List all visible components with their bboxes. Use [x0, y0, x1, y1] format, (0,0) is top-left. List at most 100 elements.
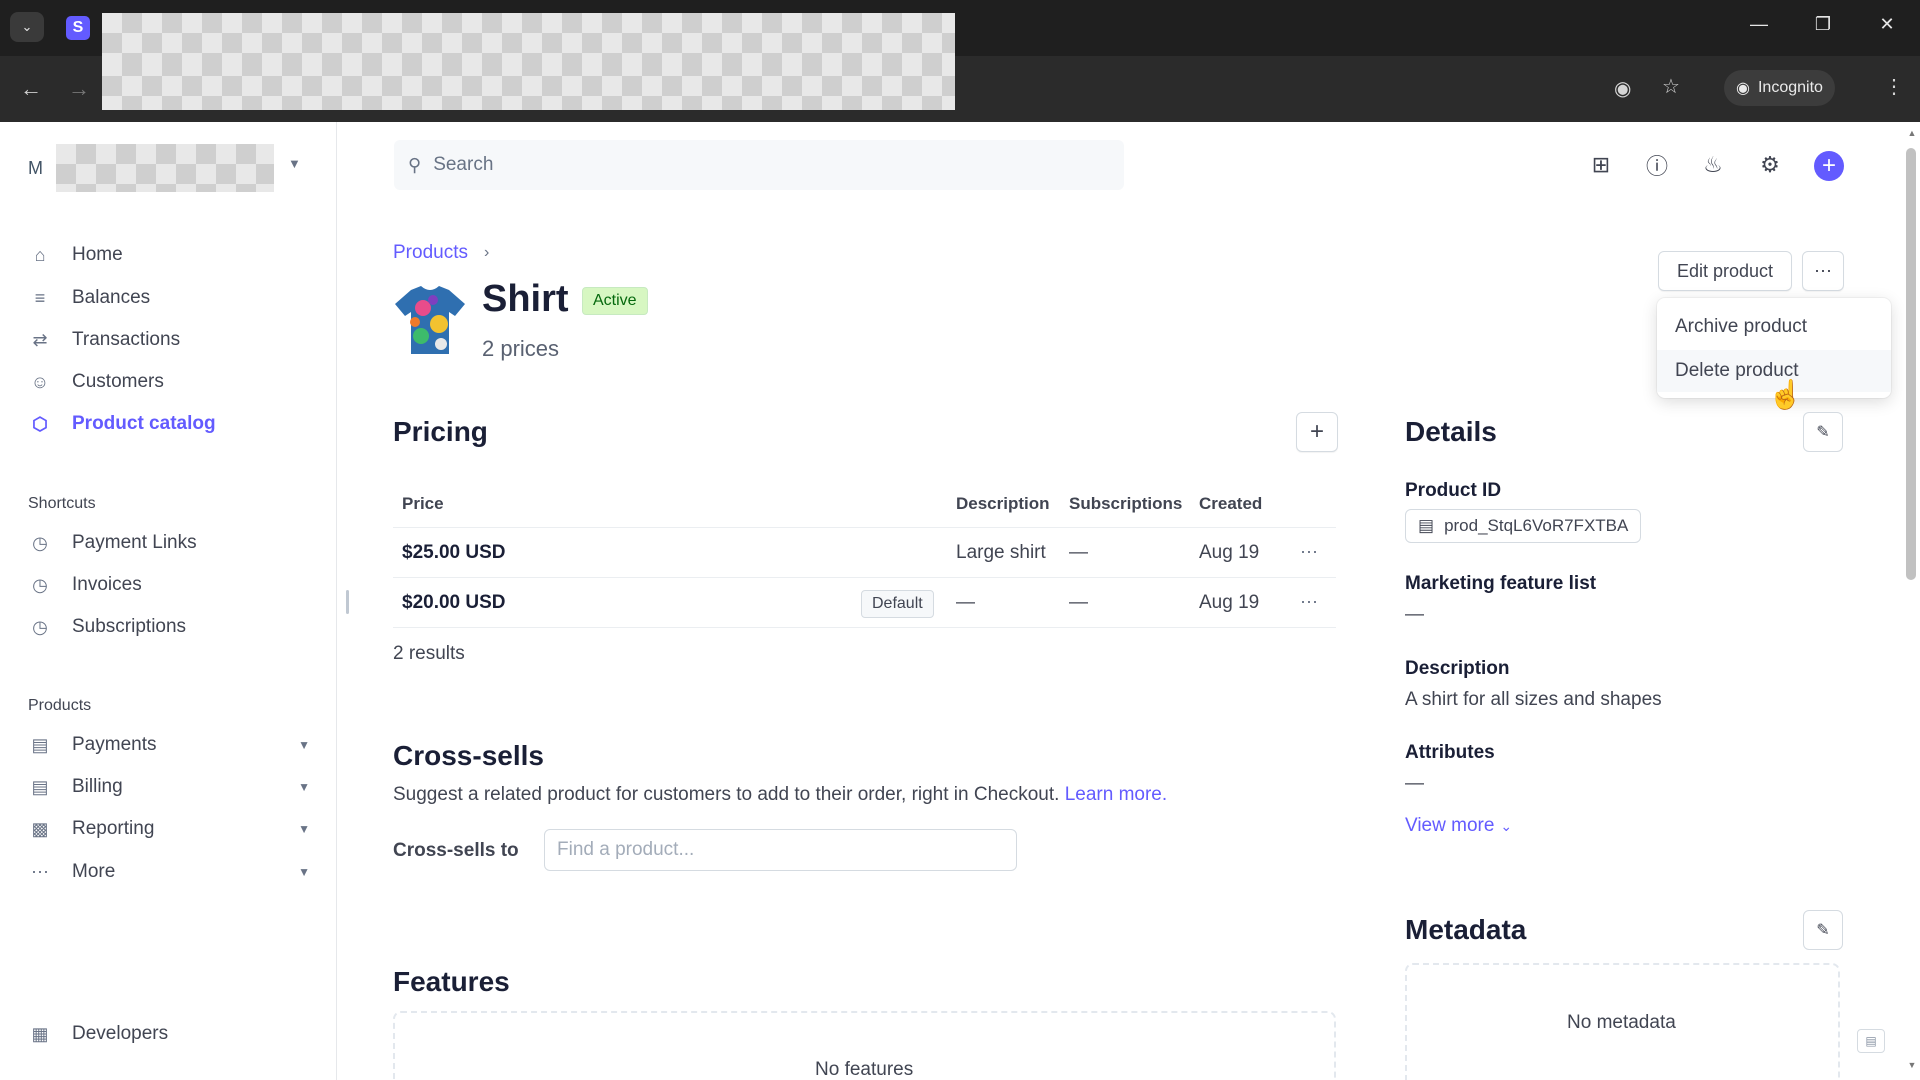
- eye-off-icon[interactable]: ◉: [1614, 76, 1631, 101]
- edit-details-button[interactable]: ✎: [1803, 412, 1843, 452]
- sidebar-item-label: More: [72, 861, 116, 882]
- close-window-icon[interactable]: ✕: [1872, 14, 1902, 35]
- redacted-tab-area: [102, 13, 955, 56]
- row-actions-icon[interactable]: ⋯: [1300, 542, 1319, 563]
- sidebar-item-label: Home: [72, 244, 123, 265]
- edit-metadata-button[interactable]: ✎: [1803, 910, 1843, 950]
- row-actions-icon[interactable]: ⋯: [1300, 592, 1319, 613]
- sidebar-item-payments[interactable]: ▤ Payments ▼: [28, 730, 310, 760]
- chevron-down-icon: ▼: [298, 865, 310, 879]
- table-divider: [393, 627, 1336, 628]
- account-initial: M: [28, 157, 43, 178]
- account-switcher[interactable]: M ▼: [28, 144, 301, 192]
- scroll-down-icon[interactable]: ▼: [1904, 1060, 1920, 1070]
- bookmark-star-icon[interactable]: ☆: [1662, 74, 1680, 99]
- sidebar-item-more[interactable]: ⋯ More ▼: [28, 857, 310, 887]
- sidebar-item-label: Customers: [72, 371, 164, 392]
- description-cell: Large shirt: [956, 542, 1046, 563]
- minimize-icon[interactable]: —: [1744, 14, 1774, 35]
- sidebar-item-payment-links[interactable]: ◷ Payment Links: [28, 528, 308, 558]
- add-price-button[interactable]: +: [1296, 412, 1338, 452]
- chevron-right-icon: ›: [483, 244, 490, 261]
- results-count: 2 results: [393, 643, 465, 664]
- billing-icon: ▤: [31, 776, 49, 797]
- no-metadata-text: No metadata: [1567, 1012, 1676, 1033]
- incognito-indicator[interactable]: ◉ Incognito: [1724, 70, 1835, 106]
- cross-sells-description-text: Suggest a related product for customers …: [393, 784, 1060, 805]
- sidebar-item-label: Billing: [72, 776, 123, 797]
- edit-product-button[interactable]: Edit product: [1658, 251, 1792, 291]
- chevron-down-icon: ⌄: [1500, 817, 1513, 834]
- bell-icon[interactable]: ♨: [1698, 150, 1728, 180]
- view-more-link[interactable]: View more ⌄: [1405, 815, 1512, 837]
- scrollbar-thumb[interactable]: [1906, 148, 1916, 580]
- plus-icon: +: [1309, 418, 1324, 445]
- sidebar-item-customers[interactable]: ☺ Customers: [28, 367, 308, 397]
- description-value: A shirt for all sizes and shapes: [1405, 689, 1662, 710]
- sidebar-item-balances[interactable]: ≡ Balances: [28, 283, 308, 313]
- apps-icon[interactable]: ⊞: [1586, 150, 1616, 180]
- console-icon[interactable]: ▤: [1857, 1029, 1885, 1053]
- learn-more-link[interactable]: Learn more.: [1065, 784, 1167, 805]
- pencil-icon: ✎: [1816, 922, 1830, 939]
- sidebar-item-label: Payment Links: [72, 532, 197, 553]
- terminal-icon: ▦: [31, 1023, 49, 1044]
- chevron-down-icon: ▼: [298, 780, 310, 794]
- pricing-heading: Pricing: [393, 416, 488, 447]
- column-header-price: Price: [402, 494, 444, 513]
- sidebar-item-label: Subscriptions: [72, 616, 187, 637]
- cross-sells-heading: Cross-sells: [393, 740, 544, 771]
- sidebar-item-transactions[interactable]: ⇄ Transactions: [28, 325, 308, 355]
- price-cell: $20.00 USD: [402, 592, 506, 613]
- created-cell: Aug 19: [1199, 542, 1260, 563]
- scroll-up-icon[interactable]: ▲: [1904, 128, 1920, 138]
- product-image: [393, 284, 467, 356]
- sidebar-item-product-catalog[interactable]: ⬡ Product catalog: [28, 409, 308, 439]
- gear-icon[interactable]: ⚙: [1755, 150, 1785, 180]
- sidebar-item-subscriptions[interactable]: ◷ Subscriptions: [28, 612, 308, 642]
- cross-sells-product-input[interactable]: [544, 829, 1017, 871]
- breadcrumb-products-link[interactable]: Products: [393, 242, 468, 264]
- restore-icon[interactable]: ❐: [1808, 14, 1838, 35]
- clock-icon: ◷: [32, 574, 48, 595]
- sidebar-item-home[interactable]: ⌂ Home: [28, 240, 308, 270]
- sidebar-item-developers[interactable]: ▦ Developers: [28, 1019, 308, 1049]
- browser-menu-icon[interactable]: ⋮: [1884, 74, 1904, 99]
- help-icon[interactable]: ⓘ: [1642, 150, 1672, 180]
- search-icon: ⚲: [408, 154, 422, 175]
- clock-icon: ◷: [32, 616, 48, 637]
- product-id-label: Product ID: [1405, 480, 1502, 501]
- incognito-icon: ◉: [1736, 80, 1750, 97]
- sidebar-resize-handle[interactable]: [346, 590, 349, 614]
- column-header-subscriptions: Subscriptions: [1069, 494, 1183, 513]
- archive-product-menu-item[interactable]: Archive product: [1657, 306, 1891, 348]
- product-id-value: prod_StqL6VoR7FXTBA: [1444, 516, 1629, 535]
- more-actions-button[interactable]: ⋯: [1802, 251, 1844, 291]
- status-badge: Active: [582, 287, 648, 315]
- back-arrow-icon[interactable]: ←: [20, 76, 42, 102]
- sidebar-item-reporting[interactable]: ▩ Reporting ▼: [28, 814, 310, 844]
- chevron-down-icon: ▼: [288, 156, 301, 171]
- price-count: 2 prices: [482, 336, 560, 361]
- create-plus-icon[interactable]: +: [1814, 151, 1844, 181]
- stripe-favicon-icon: S: [66, 16, 90, 40]
- product-id-copy[interactable]: ▤ prod_StqL6VoR7FXTBA: [1405, 509, 1642, 543]
- shortcuts-heading: Shortcuts: [28, 495, 96, 512]
- price-cell: $25.00 USD: [402, 542, 506, 563]
- forward-arrow-icon[interactable]: →: [68, 76, 90, 102]
- reporting-icon: ▩: [31, 818, 49, 839]
- sidebar-item-invoices[interactable]: ◷ Invoices: [28, 570, 308, 600]
- product-title: Shirt: [482, 278, 569, 320]
- metadata-heading: Metadata: [1405, 914, 1527, 945]
- transactions-icon: ⇄: [32, 329, 48, 350]
- subscriptions-cell: —: [1069, 542, 1088, 563]
- redacted-account-name: [56, 144, 274, 192]
- sidebar-item-label: Invoices: [72, 574, 142, 595]
- no-features-text: No features: [815, 1059, 914, 1080]
- attributes-value: —: [1405, 773, 1424, 794]
- sidebar-item-billing[interactable]: ▤ Billing ▼: [28, 772, 310, 802]
- ellipsis-icon: ⋯: [1814, 260, 1832, 281]
- search-bar[interactable]: ⚲ Search: [394, 140, 1124, 190]
- column-header-description: Description: [956, 494, 1050, 513]
- tab-search-chevron-icon[interactable]: ⌄: [10, 12, 44, 42]
